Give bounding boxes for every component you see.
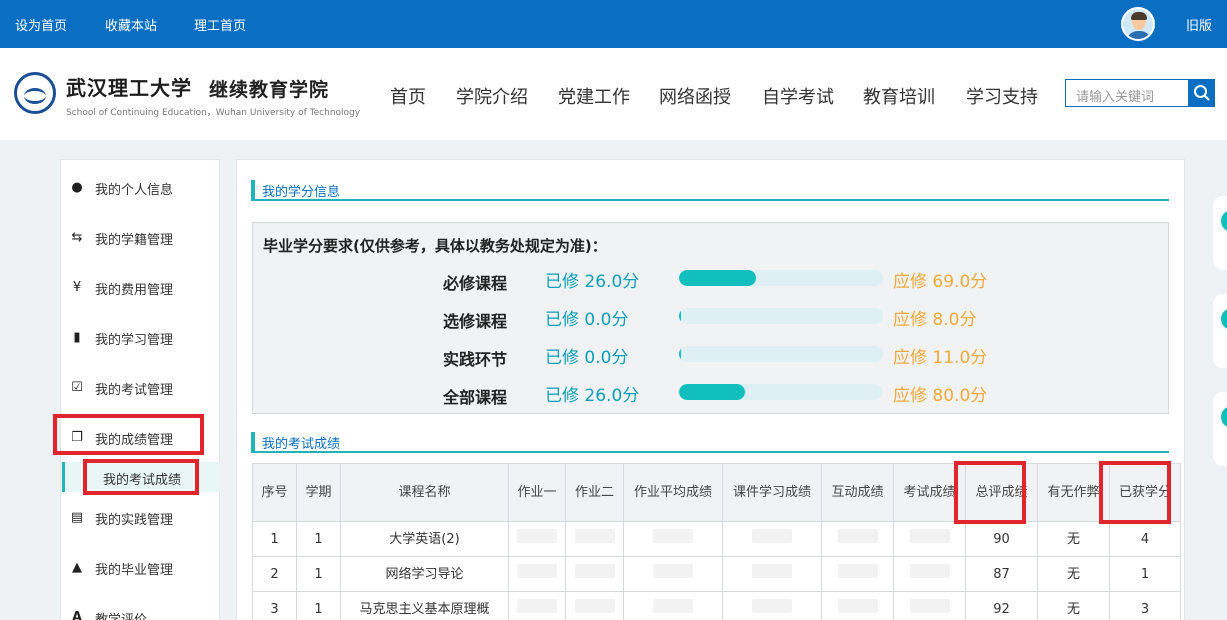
redacted-value xyxy=(837,528,878,543)
user-avatar[interactable] xyxy=(1121,7,1155,41)
site-header: 武汉理工大学 继续教育学院 School of Continuing Educa… xyxy=(0,48,1227,140)
redacted-value xyxy=(574,598,615,613)
floating-widget-3[interactable] xyxy=(1213,392,1227,466)
redacted-value xyxy=(909,563,950,578)
redacted-value xyxy=(653,528,693,543)
sidebar-item-enrollment[interactable]: ⇆ 我的学籍管理 xyxy=(61,223,219,253)
nav-home[interactable]: 首页 xyxy=(390,83,426,109)
col-interaction: 互动成绩 xyxy=(821,463,894,522)
table-row: 1 1 大学英语(2) 90 无 4 xyxy=(252,521,1181,557)
table-row: 3 1 马克思主义基本原理概 92 无 3 xyxy=(252,591,1181,620)
sidebar-item-label: 我的个人信息 xyxy=(95,183,174,198)
edit-icon: ☑ xyxy=(71,380,83,395)
credit-summary-box: 毕业学分要求(仅供参考，具体以教务处规定为准)： 必修课程 已修 26.0分 应… xyxy=(252,222,1169,414)
redacted-value xyxy=(837,598,878,613)
redacted-value xyxy=(752,598,792,613)
sidebar: ● 我的个人信息 ⇆ 我的学籍管理 ¥ 我的费用管理 ▮ 我的学习管理 ☑ 我的… xyxy=(53,159,220,620)
col-hw2: 作业二 xyxy=(565,463,624,522)
progress-bar xyxy=(679,384,883,400)
redacted-value xyxy=(517,598,557,613)
user-icon: ● xyxy=(71,180,83,195)
sidebar-item-label: 我的考试管理 xyxy=(95,383,174,398)
col-no: 序号 xyxy=(252,463,297,522)
search-icon xyxy=(1194,85,1210,101)
redacted-value xyxy=(653,563,693,578)
exchange-icon: ⇆ xyxy=(71,230,83,245)
sidebar-item-label: 我的毕业管理 xyxy=(95,563,174,578)
sidebar-item-label: 教学评价 xyxy=(95,609,147,620)
table-header-row: 序号 学期 课程名称 作业一 作业二 作业平均成绩 课件学习成绩 互动成绩 考试… xyxy=(252,463,1181,522)
redacted-value xyxy=(837,563,878,578)
sidebar-item-label: 我的实践管理 xyxy=(95,513,174,528)
book-icon: ▮ xyxy=(73,330,81,345)
college-name: 继续教育学院 xyxy=(209,79,330,101)
school-name: 武汉理工大学 xyxy=(66,76,192,100)
sidebar-item-study[interactable]: ▮ 我的学习管理 xyxy=(61,323,219,353)
redacted-value xyxy=(752,563,792,578)
top-bar: 设为首页 收藏本站 理工首页 旧版 xyxy=(0,0,1227,48)
nav-party[interactable]: 党建工作 xyxy=(558,83,630,109)
college-english-name: School of Continuing Education，Wuhan Uni… xyxy=(66,108,361,118)
col-course: 课程名称 xyxy=(340,463,509,522)
col-courseware: 课件学习成绩 xyxy=(722,463,822,522)
table-row: 2 1 网络学习导论 87 无 1 xyxy=(252,556,1181,592)
redacted-value xyxy=(517,528,557,543)
floating-widget-1[interactable] xyxy=(1213,196,1227,270)
old-version-link[interactable]: 旧版 xyxy=(1186,15,1212,34)
nav-online[interactable]: 网络函授 xyxy=(659,83,731,109)
redacted-value xyxy=(909,528,950,543)
col-hw-avg: 作业平均成绩 xyxy=(623,463,723,522)
scores-section-title: 我的考试成绩 xyxy=(251,432,1169,453)
scores-table: 序号 学期 课程名称 作业一 作业二 作业平均成绩 课件学习成绩 互动成绩 考试… xyxy=(252,463,1181,620)
annotation-box-grades xyxy=(53,414,204,455)
yen-icon: ¥ xyxy=(72,280,82,295)
id-card-icon: ▤ xyxy=(70,510,84,525)
search-button[interactable] xyxy=(1188,79,1215,107)
sidebar-item-personal-info[interactable]: ● 我的个人信息 xyxy=(61,173,219,203)
sidebar-item-label: 我的学籍管理 xyxy=(95,233,174,248)
sidebar-item-label: 我的学习管理 xyxy=(95,333,174,348)
font-icon: A xyxy=(71,610,83,620)
annotation-box-total xyxy=(954,461,1026,524)
credit-row-elective: 选修课程 已修 0.0分 应修 8.0分 xyxy=(443,308,977,331)
school-logo-icon[interactable] xyxy=(14,72,56,114)
nav-about[interactable]: 学院介绍 xyxy=(456,83,528,109)
nav-self-exam[interactable]: 自学考试 xyxy=(762,83,834,109)
credit-section-title: 我的学分信息 xyxy=(251,180,1169,201)
col-hw1: 作业一 xyxy=(508,463,566,522)
main-panel: 我的学分信息 毕业学分要求(仅供参考，具体以教务处规定为准)： 必修课程 已修 … xyxy=(236,159,1185,620)
progress-bar xyxy=(679,346,883,362)
credit-heading: 毕业学分要求(仅供参考，具体以教务处规定为准)： xyxy=(263,237,607,255)
redacted-value xyxy=(574,528,615,543)
sidebar-item-evaluation[interactable]: A 教学评价 xyxy=(61,603,219,620)
redacted-value xyxy=(574,563,615,578)
credit-row-required: 必修课程 已修 26.0分 应修 69.0分 xyxy=(443,270,988,293)
progress-bar xyxy=(679,308,883,324)
credit-row-practice: 实践环节 已修 0.0分 应修 11.0分 xyxy=(443,346,988,369)
col-term: 学期 xyxy=(296,463,341,522)
wut-homepage-link[interactable]: 理工首页 xyxy=(194,15,246,34)
set-homepage-link[interactable]: 设为首页 xyxy=(15,15,67,34)
floating-widget-2[interactable] xyxy=(1213,294,1227,368)
redacted-value xyxy=(653,598,693,613)
sidebar-item-label: 我的费用管理 xyxy=(95,283,174,298)
redacted-value xyxy=(517,563,557,578)
annotation-box-credit xyxy=(1099,461,1171,524)
annotation-box-exam-scores xyxy=(83,459,199,495)
sidebar-item-graduation[interactable]: ▲ 我的毕业管理 xyxy=(61,553,219,583)
nav-support[interactable]: 学习支持 xyxy=(966,83,1038,109)
sidebar-item-exams[interactable]: ☑ 我的考试管理 xyxy=(61,373,219,403)
redacted-value xyxy=(752,528,792,543)
nav-training[interactable]: 教育培训 xyxy=(863,83,935,109)
redacted-value xyxy=(909,598,950,613)
bookmark-link[interactable]: 收藏本站 xyxy=(105,15,157,34)
sidebar-item-practice[interactable]: ▤ 我的实践管理 xyxy=(61,503,219,533)
credit-row-total: 全部课程 已修 26.0分 应修 80.0分 xyxy=(443,384,988,407)
progress-bar xyxy=(679,270,883,286)
search-input[interactable]: 请输入关键词 xyxy=(1065,79,1189,107)
sidebar-item-fees[interactable]: ¥ 我的费用管理 xyxy=(61,273,219,303)
graduation-cap-icon: ▲ xyxy=(72,560,82,575)
